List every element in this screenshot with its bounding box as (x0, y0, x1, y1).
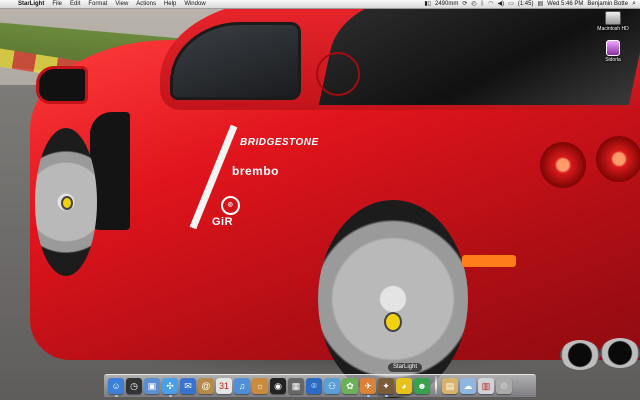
sync-icon[interactable]: ⟳ (462, 0, 467, 8)
menu-window[interactable]: Window (180, 0, 209, 8)
dock-itunes-icon[interactable]: ♫ (234, 378, 250, 394)
desktop-icon-label: Sidorla (605, 57, 621, 63)
menu-extras: ▮▯ 2490mm ⟳ ◴ ᛒ ◠ ◀) ▭ (1:45) ▤ Wed 5:46… (424, 0, 636, 8)
wallpaper-fuel-cap (316, 52, 360, 96)
dock-documents-folder-icon[interactable]: ▤ (442, 378, 458, 394)
dock-ichat-icon[interactable]: ✉ (180, 378, 196, 394)
battery-time[interactable]: (1:45) (518, 0, 534, 8)
dock-system-preferences-icon[interactable]: ✿ (342, 378, 358, 394)
dock-ical-icon[interactable]: 31 (216, 378, 232, 394)
desktop-icon-ipod[interactable]: Sidorla (593, 40, 633, 63)
dock-ichat-contacts-icon[interactable]: ☻ (414, 378, 430, 394)
wallpaper-side-marker (462, 255, 516, 267)
dock-finder-icon[interactable]: ☺ (108, 378, 124, 397)
menu-edit[interactable]: Edit (66, 0, 84, 8)
wallpaper-decal-bridgestone: BRIDGESTONE (240, 137, 319, 148)
cpu-meter-icon[interactable]: ▮▯ (424, 0, 431, 8)
wallpaper-front-wheel (35, 128, 97, 276)
memory-readout[interactable]: 2490mm (435, 0, 458, 8)
wallpaper-windshield (318, 0, 640, 105)
menu-help[interactable]: Help (160, 0, 180, 8)
dock-items: ☺ ◷ ▣ ✣ ✉ @31 ♫ ☼ ◉ ▦ ⌾ ⚇ ✿ ✈ ✦ ◕ ☻ ▤ ☁ ▥ ♲ (108, 376, 512, 397)
dock-preview-icon[interactable]: ▣ (144, 378, 160, 394)
wallpaper-rear-hub (384, 312, 402, 332)
dock-iphoto-icon[interactable]: ☼ (252, 378, 268, 394)
dock-starlight-icon[interactable]: ✦ (378, 378, 394, 397)
wallpaper-exhaust-left (560, 340, 600, 370)
desktop-icon-label: Macintosh HD (597, 26, 629, 32)
running-indicator (367, 395, 370, 397)
menu-actions[interactable]: Actions (132, 0, 160, 8)
desktop-icon-hard-drive[interactable]: Macintosh HD (593, 11, 633, 32)
dock-applications-folder-icon[interactable]: ☁ (460, 378, 476, 394)
menu-file[interactable]: File (48, 0, 66, 8)
dock-image-capture-icon[interactable]: ⌾ (306, 378, 322, 394)
ipod-icon (606, 40, 620, 56)
desktop-wallpaper: BRIDGESTONE brembo ◎ GiR (0, 0, 640, 400)
wallpaper-taillight-left (540, 142, 586, 188)
wallpaper-decal-brembo: brembo (232, 164, 280, 178)
dock-safari-icon[interactable]: ✣ (162, 378, 178, 397)
dock-downloads-stack-icon[interactable]: ▥ (478, 378, 494, 394)
wallpaper-taillight-right (596, 136, 640, 182)
fast-user-switch[interactable]: Benjamin Botte (587, 0, 628, 8)
dock-network-icon[interactable]: ⚇ (324, 378, 340, 394)
dock-separator[interactable] (435, 376, 437, 394)
wallpaper-decal-gr: GiR (212, 216, 234, 228)
menu-view[interactable]: View (111, 0, 132, 8)
dock-tooltip: StarLight (388, 363, 423, 372)
wifi-icon[interactable]: ◠ (488, 0, 493, 8)
wallpaper-exhaust-right (600, 338, 640, 368)
wallpaper-mirror (36, 66, 88, 104)
wallpaper-decal-logo: ◎ (221, 196, 240, 215)
dock-address-book-icon[interactable]: @ (198, 378, 214, 394)
wallpaper-front-hub (61, 196, 73, 210)
menu-bar: StarLight File Edit Format View Actions … (0, 0, 640, 9)
volume-icon[interactable]: ◀) (497, 0, 504, 8)
dock-trash-icon[interactable]: ♲ (496, 378, 512, 394)
spotlight-icon[interactable]: ⌕ (632, 0, 636, 8)
menubar-clock[interactable]: Wed 5:46 PM (547, 0, 583, 8)
battery-icon[interactable]: ▭ (508, 0, 514, 8)
dock-dashboard-icon[interactable]: ◷ (126, 378, 142, 394)
time-machine-icon[interactable]: ◴ (471, 0, 476, 8)
dock-mail-icon[interactable]: ✈ (360, 378, 376, 397)
input-flag-icon[interactable]: ▤ (537, 0, 543, 8)
dock-dvd-player-icon[interactable]: ◉ (270, 378, 286, 394)
dock-photo-booth-icon[interactable]: ▦ (288, 378, 304, 394)
running-indicator (385, 395, 388, 397)
running-indicator (115, 395, 118, 397)
running-indicator (169, 395, 172, 397)
dock-adium-icon[interactable]: ◕ (396, 378, 412, 394)
menu-format[interactable]: Format (84, 0, 111, 8)
hard-drive-icon (605, 11, 621, 25)
bluetooth-icon[interactable]: ᛒ (481, 0, 485, 8)
menu-app-name[interactable]: StarLight (14, 0, 48, 8)
